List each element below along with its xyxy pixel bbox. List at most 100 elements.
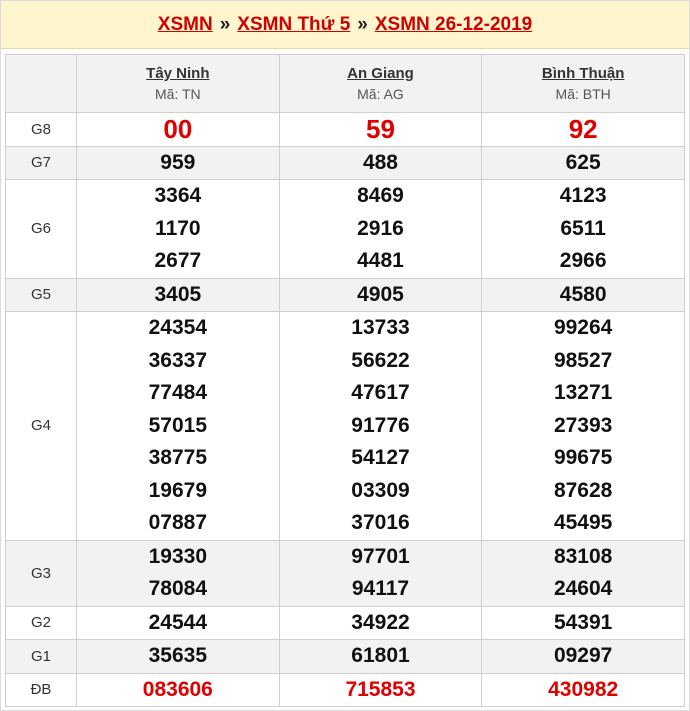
prize-cell: 83108 24604 <box>481 539 685 607</box>
prize-cell: 3364 1170 2677 <box>76 179 280 279</box>
prize-number: 13271 <box>553 381 613 404</box>
prize-number: 2966 <box>559 249 607 272</box>
prize-number: 54127 <box>351 446 410 469</box>
prize-number: 78084 <box>148 577 208 600</box>
prize-number: 24354 <box>148 316 208 339</box>
prize-label: G6 <box>5 179 77 279</box>
prize-number: 00 <box>163 114 193 144</box>
prize-cell: 625 <box>481 145 685 180</box>
prize-number: 87628 <box>553 478 613 502</box>
prize-number: 430982 <box>548 677 619 701</box>
prize-number: 4123 <box>559 184 607 207</box>
breadcrumb: XSMN » XSMN Thứ 5 » XSMN 26-12-2019 <box>1 1 689 49</box>
prize-label: ĐB <box>5 672 77 707</box>
breadcrumb-link-date[interactable]: XSMN 26-12-2019 <box>375 14 532 36</box>
prize-number: 47617 <box>351 381 410 404</box>
table-header-row: Tây Ninh Mã: TN An Giang Mã: AG Bình Thu… <box>5 54 685 113</box>
prize-number: 34922 <box>351 610 410 634</box>
prize-number: 27393 <box>553 413 613 437</box>
prize-number: 37016 <box>351 511 410 534</box>
prize-number: 91776 <box>351 413 410 437</box>
prize-cell: 715853 <box>278 672 483 707</box>
prize-row: ĐB 083606 715853 430982 <box>5 672 685 707</box>
prize-label: G3 <box>5 539 77 607</box>
prize-cell: 59 <box>278 112 483 147</box>
province-code: Mã: BTH <box>555 86 611 102</box>
prize-cell: 24354 36337 77484 57015 38775 19679 07887 <box>76 311 280 541</box>
prize-number: 45495 <box>553 511 613 534</box>
prize-cell: 09297 <box>481 639 685 674</box>
prize-number: 57015 <box>148 413 208 437</box>
prize-number: 09297 <box>553 644 613 667</box>
province-name-link[interactable]: Bình Thuận <box>482 65 684 82</box>
province-code: Mã: AG <box>357 86 404 102</box>
province-name-link[interactable]: Tây Ninh <box>77 65 279 82</box>
prize-cell: 959 <box>76 145 280 180</box>
prize-number: 19679 <box>148 478 208 502</box>
prize-label: G4 <box>5 311 77 541</box>
prize-row: G3 19330 78084 97701 94117 83108 24604 <box>5 539 685 607</box>
header-empty-cell <box>5 54 77 113</box>
prize-cell: 8469 2916 4481 <box>278 179 483 279</box>
prize-cell: 99264 98527 13271 27393 99675 87628 45495 <box>481 311 685 541</box>
prize-number: 24544 <box>148 610 208 634</box>
prize-cell: 083606 <box>76 672 280 707</box>
prize-number: 77484 <box>148 381 208 404</box>
prize-number: 61801 <box>351 644 410 667</box>
breadcrumb-separator: » <box>219 13 231 35</box>
prize-number: 083606 <box>142 677 213 701</box>
prize-cell: 19330 78084 <box>76 539 280 607</box>
prize-cell: 00 <box>76 112 280 147</box>
prize-cell: 3405 <box>76 277 280 312</box>
province-name-link[interactable]: An Giang <box>280 65 482 82</box>
prize-number: 959 <box>160 150 196 174</box>
prize-number: 19330 <box>148 544 208 568</box>
prize-cell: 4905 <box>278 277 483 312</box>
prize-row: G1 35635 61801 09297 <box>5 639 685 674</box>
prize-label: G5 <box>5 277 77 312</box>
prize-number: 3405 <box>154 282 202 306</box>
province-header: Tây Ninh Mã: TN <box>76 54 280 113</box>
page: XSMN » XSMN Thứ 5 » XSMN 26-12-2019 Tây … <box>0 0 690 711</box>
prize-cell: 24544 <box>76 605 280 640</box>
breadcrumb-link-xsmn-thu-5[interactable]: XSMN Thứ 5 <box>237 14 350 36</box>
prize-number: 13733 <box>351 316 410 339</box>
prize-cell: 4123 6511 2966 <box>481 179 685 279</box>
prize-number: 99264 <box>553 316 613 339</box>
prize-number: 625 <box>565 150 601 174</box>
prize-cell: 61801 <box>278 639 483 674</box>
prize-number: 59 <box>366 114 395 144</box>
prize-cell: 34922 <box>278 605 483 640</box>
prize-number: 54391 <box>553 610 613 634</box>
prize-number: 07887 <box>148 511 208 534</box>
prize-number: 56622 <box>351 348 410 372</box>
prize-row: G8 00 59 92 <box>5 112 685 147</box>
prize-cell: 430982 <box>481 672 685 707</box>
prize-table-body: G8 00 59 92 G7 959 488 625 G6 3364 1170 2677 8469 291… <box>5 112 685 707</box>
prize-row: G4 24354 36337 77484 57015 38775 19679 07887 137… <box>5 311 685 541</box>
prize-row: G2 24544 34922 54391 <box>5 605 685 640</box>
province-header: An Giang Mã: AG <box>278 54 483 113</box>
prize-number: 94117 <box>351 577 410 600</box>
prize-number: 8469 <box>357 184 404 207</box>
prize-number: 6511 <box>560 216 606 240</box>
prize-row: G7 959 488 625 <box>5 145 685 180</box>
prize-number: 98527 <box>553 348 613 372</box>
prize-label: G8 <box>5 112 77 147</box>
prize-label: G1 <box>5 639 77 674</box>
prize-number: 24604 <box>553 577 613 600</box>
province-code: Mã: TN <box>155 86 201 102</box>
prize-number: 83108 <box>553 544 613 568</box>
prize-number: 36337 <box>148 348 208 372</box>
prize-row: G5 3405 4905 4580 <box>5 277 685 312</box>
prize-row: G6 3364 1170 2677 8469 2916 4481 4123 6511 2966 <box>5 179 685 279</box>
prize-cell: 92 <box>481 112 685 147</box>
prize-number: 715853 <box>345 677 416 701</box>
prize-number: 2677 <box>154 249 202 272</box>
prize-number: 2916 <box>357 216 404 240</box>
breadcrumb-link-xsmn[interactable]: XSMN <box>158 14 213 36</box>
prize-number: 1170 <box>155 216 201 240</box>
prize-label: G2 <box>5 605 77 640</box>
breadcrumb-separator: » <box>357 13 368 35</box>
results-table: Tây Ninh Mã: TN An Giang Mã: AG Bình Thu… <box>5 54 685 707</box>
